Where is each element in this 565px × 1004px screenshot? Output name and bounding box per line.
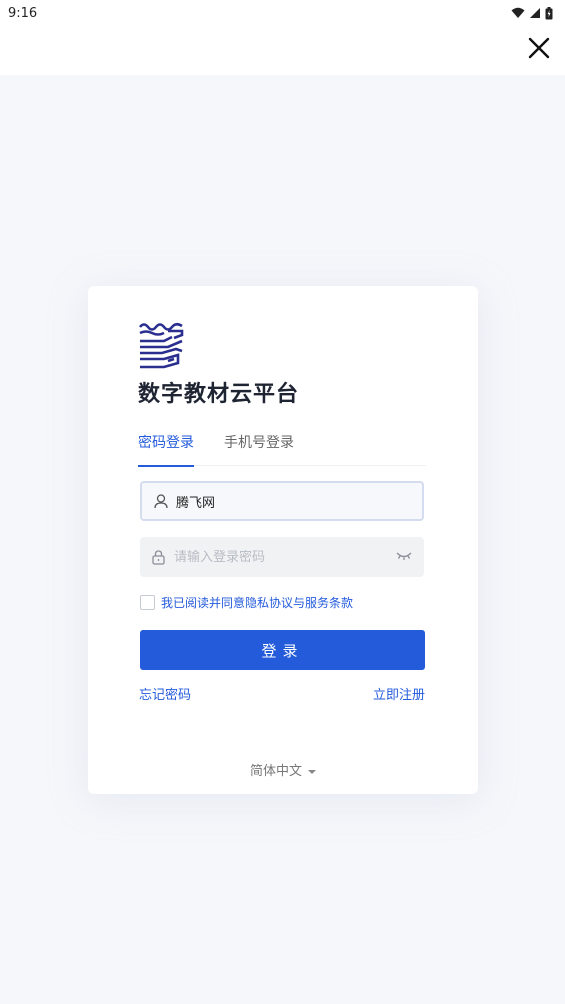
battery-icon <box>545 6 553 19</box>
tab-phone-login[interactable]: 手机号登录 <box>224 432 294 466</box>
login-button[interactable]: 登录 <box>140 630 425 670</box>
status-bar: 9:16 <box>0 0 565 26</box>
login-tabs: 密码登录 手机号登录 <box>138 432 426 467</box>
password-input[interactable] <box>174 549 374 565</box>
login-card: 数字教材云平台 密码登录 手机号登录 我已阅读并同意隐私协议与 <box>88 286 478 794</box>
caret-down-icon <box>308 769 316 774</box>
agreement-text[interactable]: 我已阅读并同意隐私协议与服务条款 <box>161 594 353 611</box>
username-input[interactable] <box>176 493 376 509</box>
language-label: 简体中文 <box>249 764 302 779</box>
language-selector[interactable]: 简体中文 <box>88 760 478 779</box>
status-time: 9:16 <box>8 5 38 21</box>
register-link[interactable]: 立即注册 <box>373 684 425 703</box>
agreement-row: 我已阅读并同意隐私协议与服务条款 <box>140 594 353 611</box>
agreement-checkbox[interactable] <box>140 595 155 610</box>
eye-closed-icon[interactable] <box>396 549 412 563</box>
wifi-icon <box>511 7 525 18</box>
status-icons <box>511 6 553 20</box>
close-icon[interactable] <box>527 36 551 60</box>
username-field[interactable] <box>140 481 424 521</box>
platform-logo <box>138 322 184 369</box>
app-title: 数字教材云平台 <box>138 382 300 407</box>
forgot-password-link[interactable]: 忘记密码 <box>139 684 191 703</box>
signal-icon <box>530 8 540 18</box>
tab-password-login[interactable]: 密码登录 <box>138 432 194 467</box>
top-bar <box>0 26 565 75</box>
lock-icon <box>152 549 168 565</box>
password-field[interactable] <box>140 537 424 577</box>
user-icon <box>154 493 170 509</box>
